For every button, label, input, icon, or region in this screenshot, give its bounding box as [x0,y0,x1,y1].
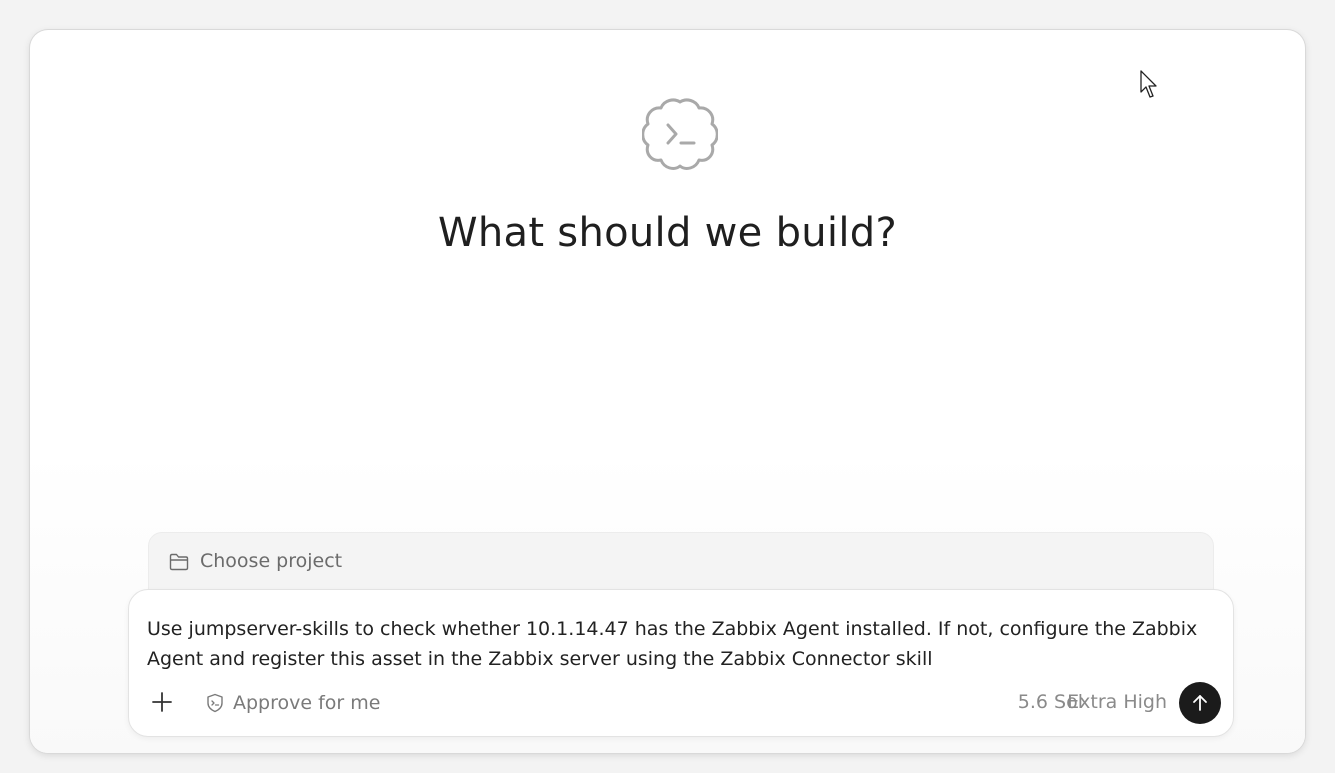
approve-label: Approve for me [233,692,381,714]
folder-icon [169,553,189,571]
page-title: What should we build? [438,210,897,256]
approve-for-me-button[interactable]: Approve for me [205,690,380,716]
send-button[interactable] [1179,682,1221,724]
arrow-up-icon [1193,695,1207,711]
mouse-pointer-icon [1140,70,1157,98]
choose-project-label: Choose project [200,550,343,572]
app-window: What should we build? Choose project Use… [30,30,1305,753]
terminal-cloud-icon [642,98,718,170]
reasoning-effort-selector[interactable]: Extra High [1067,691,1167,713]
shield-icon [207,693,223,713]
message-composer: Use jumpserver-skills to check whether 1… [128,589,1234,737]
plus-icon[interactable] [151,691,173,713]
prompt-input[interactable]: Use jumpserver-skills to check whether 1… [147,614,1207,674]
